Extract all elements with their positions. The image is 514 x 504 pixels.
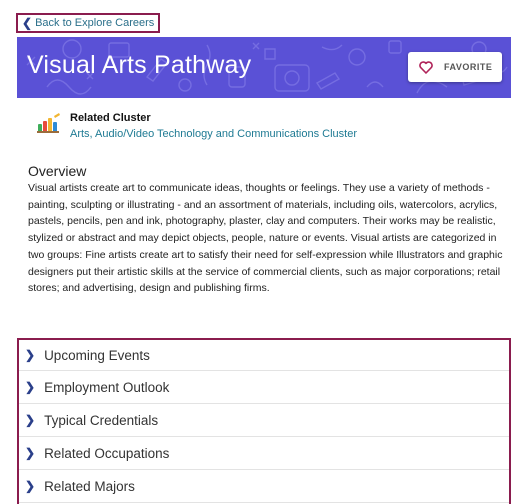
accordion-item-label: Employment Outlook	[44, 379, 170, 395]
details-accordion: ❯ Upcoming Events ❯ Employment Outlook ❯…	[17, 338, 511, 504]
accordion-item-upcoming-events[interactable]: ❯ Upcoming Events	[19, 340, 509, 371]
paint-brushes-icon	[36, 112, 62, 134]
chevron-right-icon: ❯	[25, 479, 36, 493]
chevron-right-icon: ❯	[25, 380, 36, 394]
accordion-item-related-occupations[interactable]: ❯ Related Occupations	[19, 437, 509, 470]
cluster-link[interactable]: Arts, Audio/Video Technology and Communi…	[70, 128, 357, 140]
chevron-left-icon: ❮	[22, 16, 33, 30]
accordion-item-label: Upcoming Events	[44, 347, 150, 363]
heart-icon	[419, 60, 433, 74]
chevron-right-icon: ❯	[25, 348, 36, 362]
accordion-item-typical-credentials[interactable]: ❯ Typical Credentials	[19, 404, 509, 437]
overview-text: Visual artists create art to communicate…	[28, 182, 503, 295]
chevron-right-icon: ❯	[25, 413, 36, 427]
page-title: Visual Arts Pathway	[27, 51, 252, 79]
back-to-explore-careers-link[interactable]: ❮ Back to Explore Careers	[16, 13, 161, 33]
back-link-label: Back to Explore Careers	[35, 17, 155, 29]
chevron-right-icon: ❯	[25, 446, 36, 460]
favorite-label: FAVORITE	[444, 62, 493, 72]
related-cluster-heading: Related Cluster	[70, 112, 151, 124]
accordion-item-employment-outlook[interactable]: ❯ Employment Outlook	[19, 371, 509, 404]
accordion-item-label: Typical Credentials	[44, 412, 159, 428]
accordion-item-related-majors[interactable]: ❯ Related Majors	[19, 470, 509, 503]
accordion-item-label: Related Occupations	[44, 445, 170, 461]
related-cluster: Related Cluster Arts, Audio/Video Techno…	[36, 112, 357, 140]
favorite-button[interactable]: FAVORITE	[408, 52, 502, 82]
accordion-item-label: Related Majors	[44, 478, 135, 494]
pathway-banner: Visual Arts Pathway FAVORITE	[17, 37, 511, 98]
overview-heading: Overview	[28, 163, 87, 179]
